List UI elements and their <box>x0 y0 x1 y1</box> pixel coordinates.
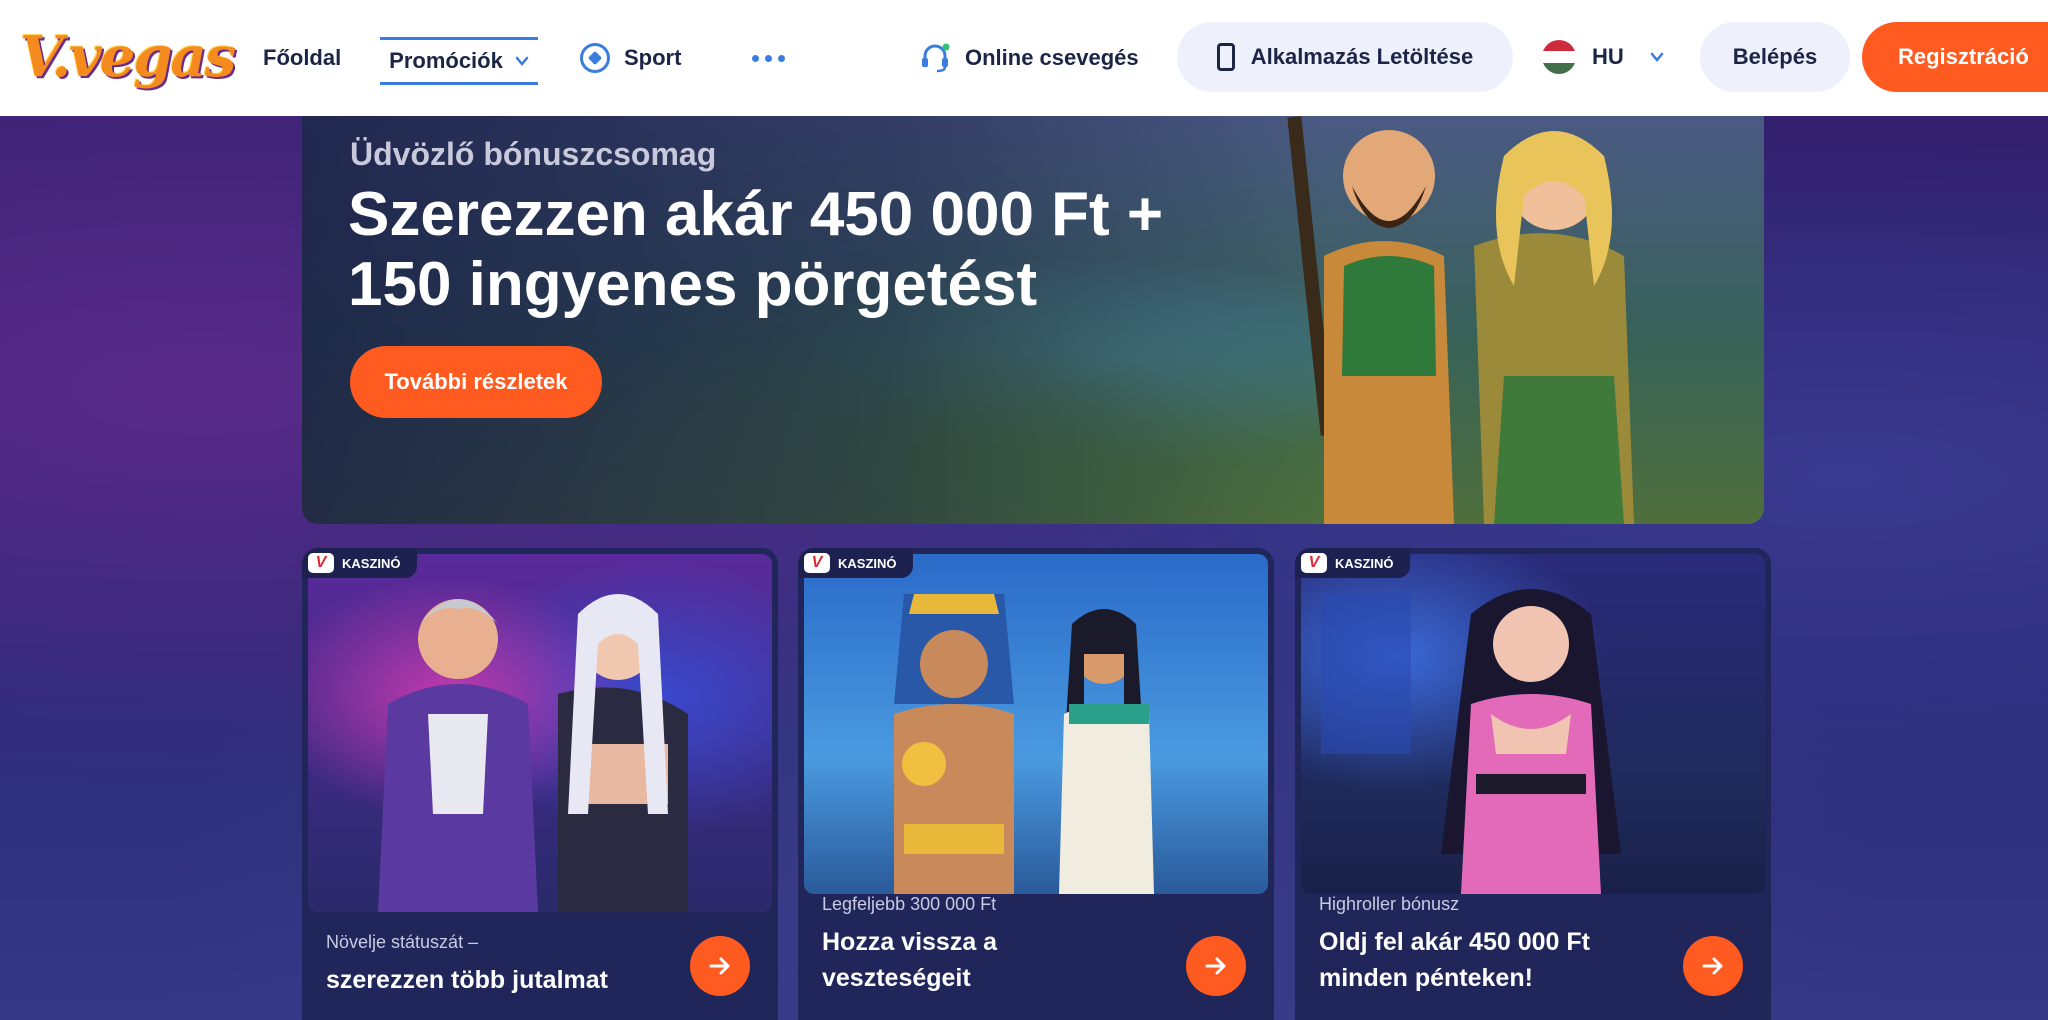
login-button[interactable]: Belépés <box>1700 22 1850 92</box>
highroller-character-illustration <box>1321 589 1621 894</box>
casino-badge: V KASZINÓ <box>1295 548 1410 578</box>
casino-badge: V KASZINÓ <box>302 548 417 578</box>
casino-badge: V KASZINÓ <box>798 548 913 578</box>
chevron-down-icon <box>515 56 529 66</box>
hero-subtitle: Üdvözlő bónuszcsomag <box>350 136 717 172</box>
hero-characters-illustration <box>1287 116 1634 524</box>
nav-promotions[interactable]: Promóciók <box>380 0 538 116</box>
status-characters-illustration <box>378 594 688 912</box>
card-arrow-button[interactable] <box>690 936 750 996</box>
more-details-label: További részletek <box>384 369 568 394</box>
promo-card-cashback[interactable]: V KASZINÓ Legfeljebb 300 000 Ft Hozza vi… <box>798 548 1274 1020</box>
promo-card-highroller[interactable]: V KASZINÓ Highroller bónusz Oldj fel aká… <box>1295 548 1771 1020</box>
nav-sport-label: Sport <box>624 45 682 70</box>
badge-label: KASZINÓ <box>342 555 401 571</box>
promo-card-status[interactable]: V KASZINÓ Növelje státuszát – szerezzen … <box>302 548 778 1020</box>
register-button[interactable]: Regisztráció <box>1862 22 2048 92</box>
language-label: HU <box>1592 44 1624 69</box>
card-subtitle: Legfeljebb 300 000 Ft <box>822 894 997 914</box>
hero-title-line1: Szerezzen akár 450 000 Ft + <box>348 180 1164 249</box>
phone-icon <box>1216 43 1235 71</box>
nav-promotions-active: Promóciók <box>380 37 538 85</box>
nav-home[interactable]: Főoldal <box>263 0 341 116</box>
hero-title-line2: 150 ingyenes pörgetést <box>348 250 1038 319</box>
login-label: Belépés <box>1732 44 1818 69</box>
hero-title: Szerezzen akár 450 000 Ft + 150 ingyenes… <box>348 180 1248 320</box>
nav-sport[interactable]: Sport <box>580 0 681 116</box>
pharaoh-characters-illustration <box>894 594 1154 894</box>
arrow-right-icon <box>709 957 730 975</box>
v-logo-icon: V <box>1301 553 1327 573</box>
card-title: Oldj fel akár 450 000 Ft minden pénteken… <box>1319 928 1590 992</box>
register-label: Regisztráció <box>1898 44 2029 69</box>
top-header: V.vegas Főoldal Promóciók Sport Online c… <box>0 0 2048 116</box>
card-arrow-button[interactable] <box>1683 936 1743 996</box>
nav-promotions-label: Promóciók <box>389 48 503 73</box>
app-download-label: Alkalmazás Letöltése <box>1250 44 1474 69</box>
online-chat-label: Online csevegés <box>965 45 1139 70</box>
more-details-button[interactable]: További részletek <box>350 346 602 418</box>
v-logo-icon: V <box>804 553 830 573</box>
chevron-down-icon <box>1650 52 1664 62</box>
arrow-right-icon <box>1702 957 1723 975</box>
card-subtitle: Növelje státuszát – <box>326 932 479 952</box>
nav-more-button[interactable] <box>752 0 785 116</box>
card-arrow-button[interactable] <box>1186 936 1246 996</box>
more-dots-icon <box>765 54 772 62</box>
hungary-flag-icon <box>1542 40 1576 74</box>
logo-text: V.vegas <box>20 24 236 90</box>
nav-home-label: Főoldal <box>263 45 342 70</box>
more-dots-icon <box>778 54 785 62</box>
headset-icon <box>922 43 950 73</box>
online-chat-link[interactable]: Online csevegés <box>919 0 1139 116</box>
v-logo-icon: V <box>308 553 334 573</box>
card-title: szerezzen több jutalmat <box>326 966 608 994</box>
badge-label: KASZINÓ <box>1335 555 1394 571</box>
soccer-ball-icon <box>580 43 610 73</box>
promo-card-image <box>804 554 1268 894</box>
language-selector[interactable]: HU <box>1542 22 1664 92</box>
card-subtitle: Highroller bónusz <box>1319 894 1460 914</box>
card-title: Hozza vissza a veszteségeit <box>822 928 998 992</box>
more-dots-icon <box>752 54 759 62</box>
promo-card-image <box>1301 554 1765 894</box>
vvegas-logo[interactable]: V.vegas <box>20 14 236 100</box>
arrow-right-icon <box>1205 957 1226 975</box>
promo-card-image <box>308 554 772 912</box>
hero-banner: Üdvözlő bónuszcsomag Szerezzen akár 450 … <box>302 116 1764 524</box>
badge-label: KASZINÓ <box>838 555 897 571</box>
app-download-button[interactable]: Alkalmazás Letöltése <box>1177 22 1513 92</box>
